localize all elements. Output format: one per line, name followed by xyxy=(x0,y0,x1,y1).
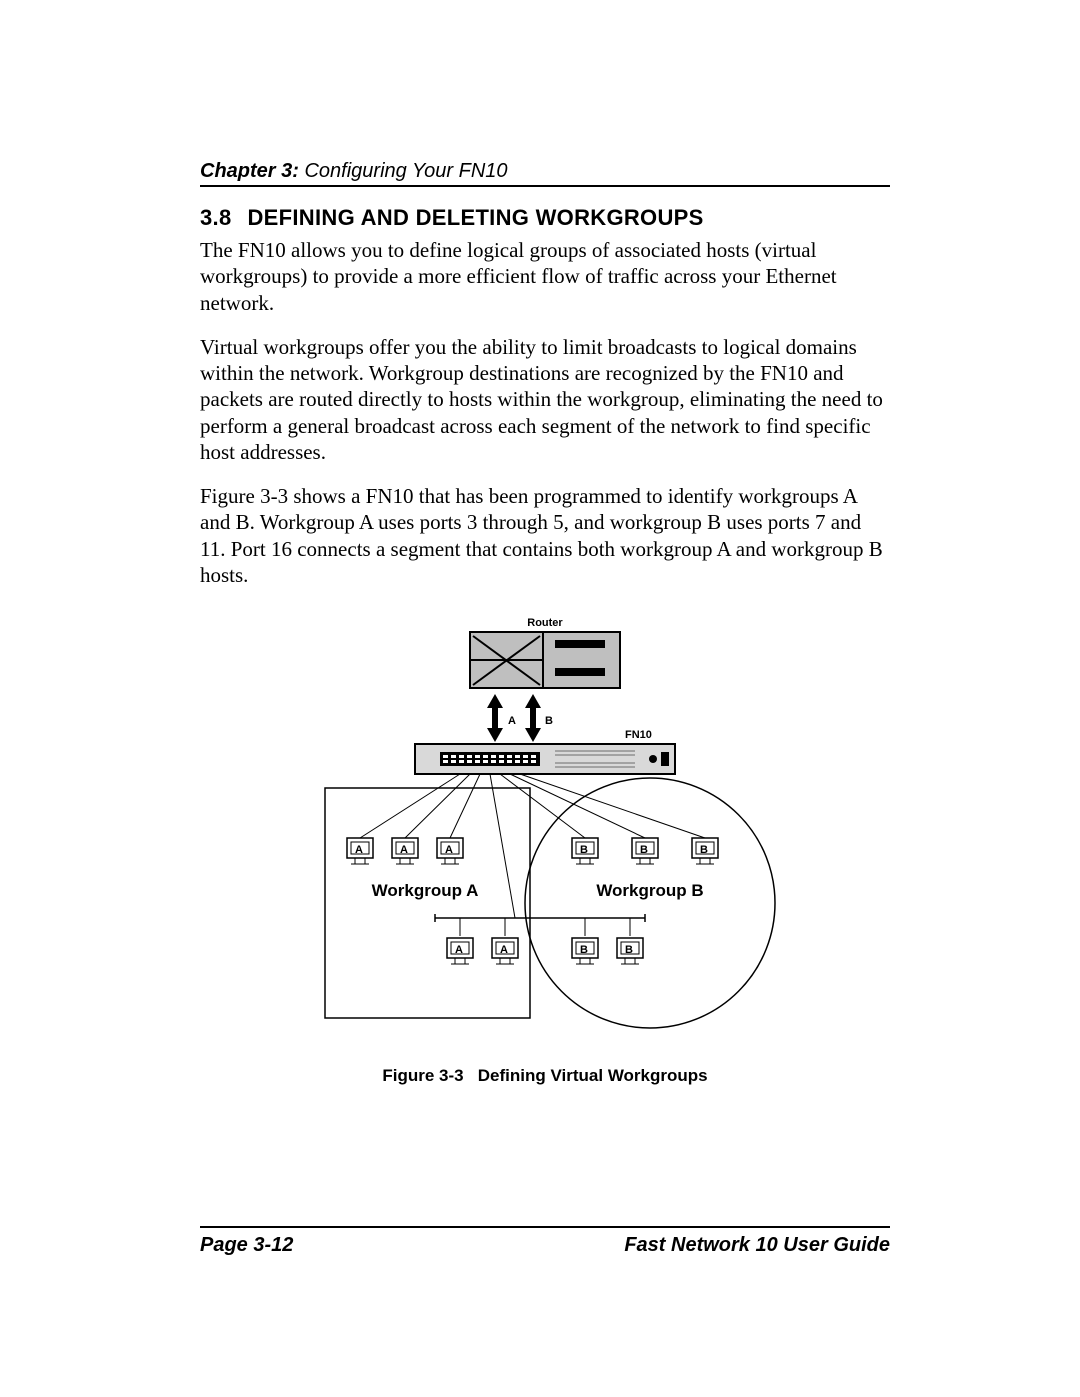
host-b3-label: B xyxy=(700,844,708,856)
chapter-prefix: Chapter 3: xyxy=(200,160,299,182)
chapter-header: Chapter 3: Configuring Your FN10 xyxy=(200,160,890,187)
section-number: 3.8 xyxy=(200,205,231,230)
footer-guide: Fast Network 10 User Guide xyxy=(624,1234,890,1257)
footer-page: Page 3-12 xyxy=(200,1234,293,1257)
paragraph-3: Figure 3-3 shows a FN10 that has been pr… xyxy=(200,483,890,588)
host-b5-label: B xyxy=(625,944,633,956)
host-row-bottom: A A B B xyxy=(447,938,643,964)
fn10-device-icon xyxy=(415,744,675,774)
arrow-a-label: A xyxy=(508,715,516,727)
figure-caption: Figure 3-3 Defining Virtual Workgroups xyxy=(285,1066,805,1086)
host-b4-label: B xyxy=(580,944,588,956)
host-a3-label: A xyxy=(445,844,453,856)
host-a1-label: A xyxy=(355,844,363,856)
workgroup-b-label: Workgroup B xyxy=(596,881,703,900)
paragraph-1: The FN10 allows you to define logical gr… xyxy=(200,237,890,316)
router-icon xyxy=(470,632,620,688)
workgroups-diagram-svg: Router A B FN10 xyxy=(285,618,805,1038)
router-label: Router xyxy=(527,618,563,629)
section-heading: 3.8 DEFINING AND DELETING WORKGROUPS xyxy=(200,205,890,231)
arrow-b-icon xyxy=(525,694,541,742)
arrow-a-icon xyxy=(487,694,503,742)
paragraph-2: Virtual workgroups offer you the ability… xyxy=(200,334,890,465)
figure-diagram: Router A B FN10 xyxy=(285,618,805,1086)
chapter-title: Configuring Your FN10 xyxy=(304,160,507,182)
workgroup-a-boundary xyxy=(325,788,530,1018)
section-title: DEFINING AND DELETING WORKGROUPS xyxy=(247,205,703,230)
workgroup-a-label: Workgroup A xyxy=(372,881,479,900)
host-a4-label: A xyxy=(455,944,463,956)
workgroup-b-boundary xyxy=(525,778,775,1028)
figure-caption-text: Defining Virtual Workgroups xyxy=(478,1066,708,1085)
page-footer: Page 3-12 Fast Network 10 User Guide xyxy=(200,1226,890,1257)
host-b2-label: B xyxy=(640,844,648,856)
fn10-label: FN10 xyxy=(625,729,652,741)
figure-caption-prefix: Figure 3-3 xyxy=(382,1066,463,1085)
host-a5-label: A xyxy=(500,944,508,956)
host-b1-label: B xyxy=(580,844,588,856)
host-a2-label: A xyxy=(400,844,408,856)
arrow-b-label: B xyxy=(545,715,553,727)
